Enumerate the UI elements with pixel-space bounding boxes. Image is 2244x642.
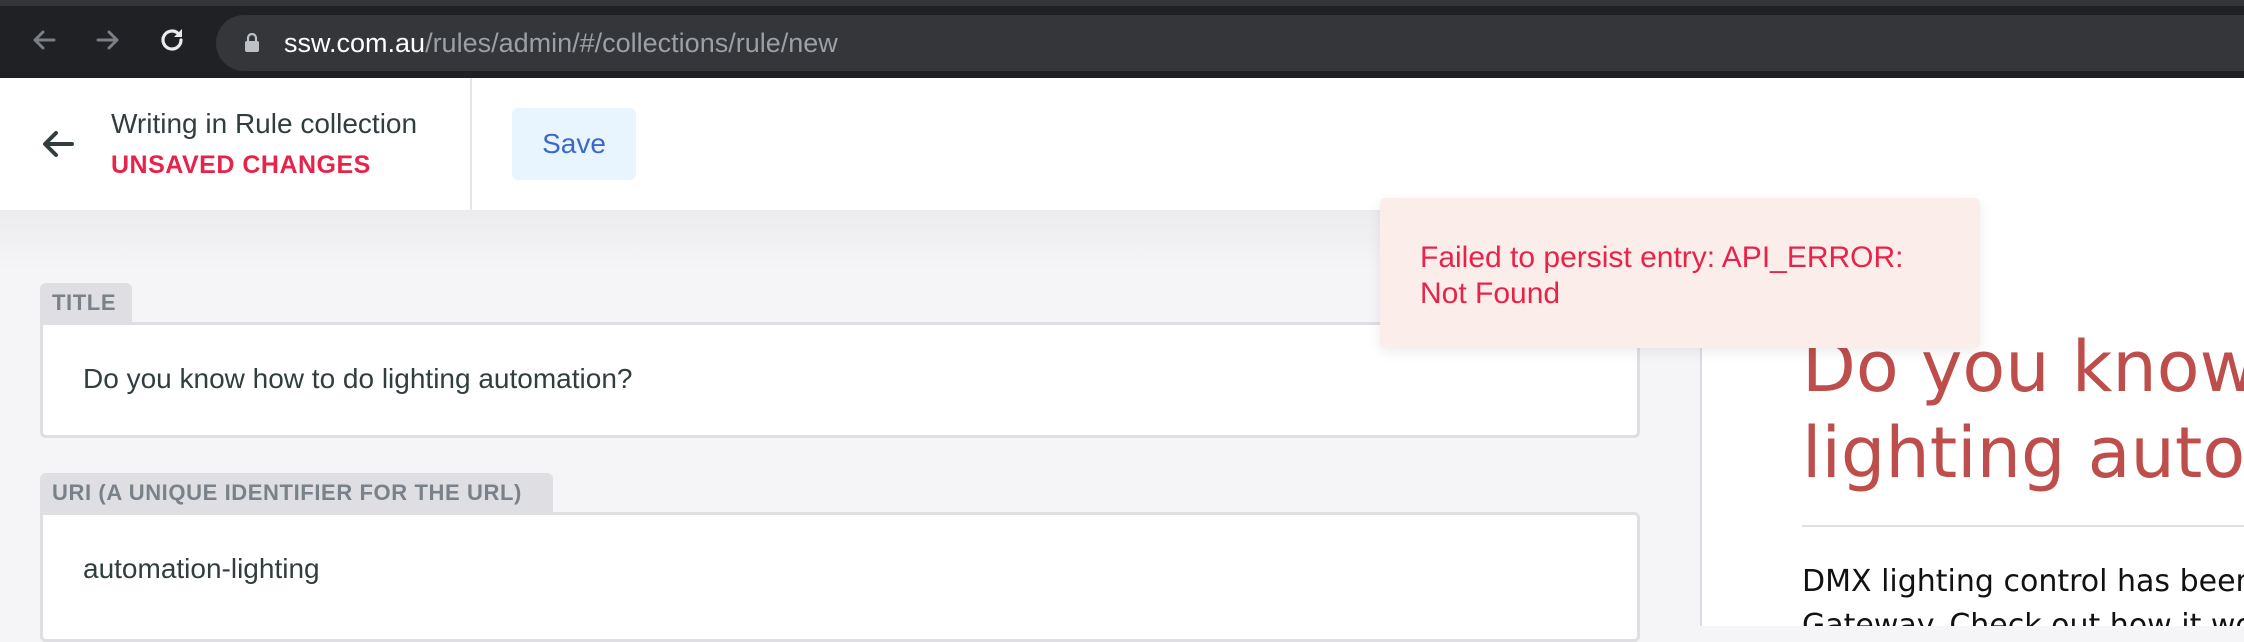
browser-forward-button[interactable]	[88, 20, 128, 60]
preview-separator	[1802, 525, 2244, 527]
arrow-right-icon	[96, 30, 119, 50]
address-bar[interactable]: ssw.com.au/rules/admin/#/collections/rul…	[216, 15, 2244, 71]
url-path: /rules/admin/#/collections/rule/new	[425, 28, 838, 58]
uri-field-label: URI (A UNIQUE IDENTIFIER FOR THE URL)	[40, 473, 553, 513]
url-host: ssw.com.au	[284, 28, 426, 58]
back-to-collection-button[interactable]	[38, 124, 78, 164]
editor-header: Writing in Rule collection UNSAVED CHANG…	[0, 78, 2244, 210]
title-field-value: Do you know how to do lighting automatio…	[83, 363, 633, 394]
arrow-left-icon	[33, 30, 56, 50]
title-field-label: TITLE	[40, 283, 132, 323]
uri-field-value: automation-lighting	[83, 553, 320, 584]
unsaved-changes-status: UNSAVED CHANGES	[111, 151, 371, 179]
save-button[interactable]: Save	[512, 108, 636, 180]
url-text: ssw.com.au/rules/admin/#/collections/rul…	[284, 28, 838, 58]
uri-field[interactable]: automation-lighting	[40, 512, 1640, 642]
collection-title: Writing in Rule collection	[111, 108, 418, 139]
preview-body-text: DMX lighting control has been made simpl…	[1802, 564, 2244, 626]
header-divider	[470, 78, 472, 210]
preview-title: Do you know how to do lighting automatio…	[1802, 326, 2244, 494]
error-toast-message: Failed to persist entry: API_ERROR: Not …	[1420, 241, 1904, 310]
error-toast[interactable]: Failed to persist entry: API_ERROR: Not …	[1380, 198, 1980, 348]
reload-icon	[161, 29, 183, 51]
browser-reload-button[interactable]	[152, 20, 192, 60]
browser-back-button[interactable]	[24, 20, 64, 60]
lock-icon	[245, 33, 259, 52]
browser-toolbar: ssw.com.au/rules/admin/#/collections/rul…	[0, 0, 2244, 78]
arrow-left-icon	[43, 131, 74, 157]
